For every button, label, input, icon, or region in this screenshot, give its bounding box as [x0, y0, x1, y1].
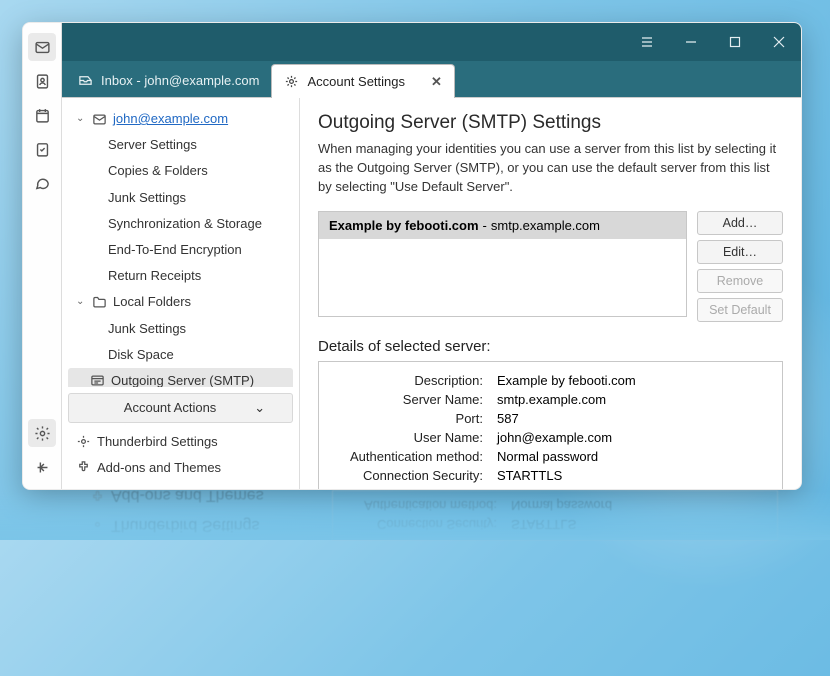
sidebar-item[interactable]: End-To-End Encryption	[68, 237, 293, 263]
remove-button: Remove	[697, 269, 783, 293]
account-node[interactable]: ⌄ john@example.com	[68, 106, 293, 132]
local-folders-label: Local Folders	[113, 293, 191, 311]
chevron-down-icon: ⌄	[254, 400, 265, 416]
chevron-down-icon: ⌄	[76, 295, 86, 309]
rail-addressbook-icon[interactable]	[28, 67, 56, 95]
sidebar-item[interactable]: Return Receipts	[68, 263, 293, 289]
local-folders-node[interactable]: ⌄ Local Folders	[68, 289, 293, 315]
content-area: ⌄ john@example.com Server Settings Copie…	[62, 97, 801, 489]
addons-link[interactable]: Add-ons and Themes	[68, 455, 293, 481]
chevron-down-icon: ⌄	[76, 112, 86, 126]
close-button[interactable]	[757, 23, 801, 61]
titlebar	[62, 23, 801, 61]
rail-settings-icon[interactable]	[28, 419, 56, 447]
rail-chat-icon[interactable]	[28, 169, 56, 197]
rail-mail-icon[interactable]	[28, 33, 56, 61]
tab-settings-label: Account Settings	[307, 74, 405, 89]
page-title: Outgoing Server (SMTP) Settings	[318, 112, 783, 134]
sidebar-item[interactable]: Synchronization & Storage	[68, 211, 293, 237]
sidebar-item[interactable]: Server Settings	[68, 132, 293, 158]
edit-button[interactable]: Edit…	[697, 240, 783, 264]
tab-account-settings[interactable]: Account Settings ✕	[271, 64, 454, 98]
tab-inbox-label: Inbox - john@example.com	[101, 73, 259, 88]
thunderbird-settings-link[interactable]: Thunderbird Settings	[68, 429, 293, 455]
minimize-button[interactable]	[669, 23, 713, 61]
server-details: Description:Example by febooti.com Serve…	[318, 361, 783, 489]
sidebar-item[interactable]: Copies & Folders	[68, 158, 293, 184]
left-rail	[23, 23, 62, 489]
maximize-button[interactable]	[713, 23, 757, 61]
tab-inbox[interactable]: Inbox - john@example.com	[62, 63, 271, 97]
details-heading: Details of selected server:	[318, 338, 783, 355]
account-actions-dropdown[interactable]: Account Actions ⌄	[68, 393, 293, 423]
rail-tasks-icon[interactable]	[28, 135, 56, 163]
set-default-button: Set Default	[697, 298, 783, 322]
account-sidebar: ⌄ john@example.com Server Settings Copie…	[62, 98, 300, 489]
account-actions-label: Account Actions	[124, 400, 217, 415]
smtp-server-item[interactable]: Example by febooti.com - smtp.example.co…	[319, 212, 686, 239]
app-window: Inbox - john@example.com Account Setting…	[22, 22, 802, 490]
hamburger-icon[interactable]	[625, 23, 669, 61]
smtp-server-list[interactable]: Example by febooti.com - smtp.example.co…	[318, 211, 687, 317]
add-button[interactable]: Add…	[697, 211, 783, 235]
sidebar-item-smtp[interactable]: Outgoing Server (SMTP)	[68, 368, 293, 387]
rail-calendar-icon[interactable]	[28, 101, 56, 129]
tab-strip: Inbox - john@example.com Account Setting…	[62, 61, 801, 97]
settings-panel: Outgoing Server (SMTP) Settings When man…	[300, 98, 801, 489]
main-area: Inbox - john@example.com Account Setting…	[62, 23, 801, 489]
account-email: john@example.com	[113, 110, 228, 128]
smtp-label: Outgoing Server (SMTP)	[111, 372, 254, 387]
page-description: When managing your identities you can us…	[318, 140, 783, 197]
rail-collapse-icon[interactable]	[28, 453, 56, 481]
close-icon[interactable]: ✕	[431, 74, 442, 90]
sidebar-item[interactable]: Junk Settings	[68, 316, 293, 342]
sidebar-item[interactable]: Junk Settings	[68, 185, 293, 211]
sidebar-item[interactable]: Disk Space	[68, 342, 293, 368]
